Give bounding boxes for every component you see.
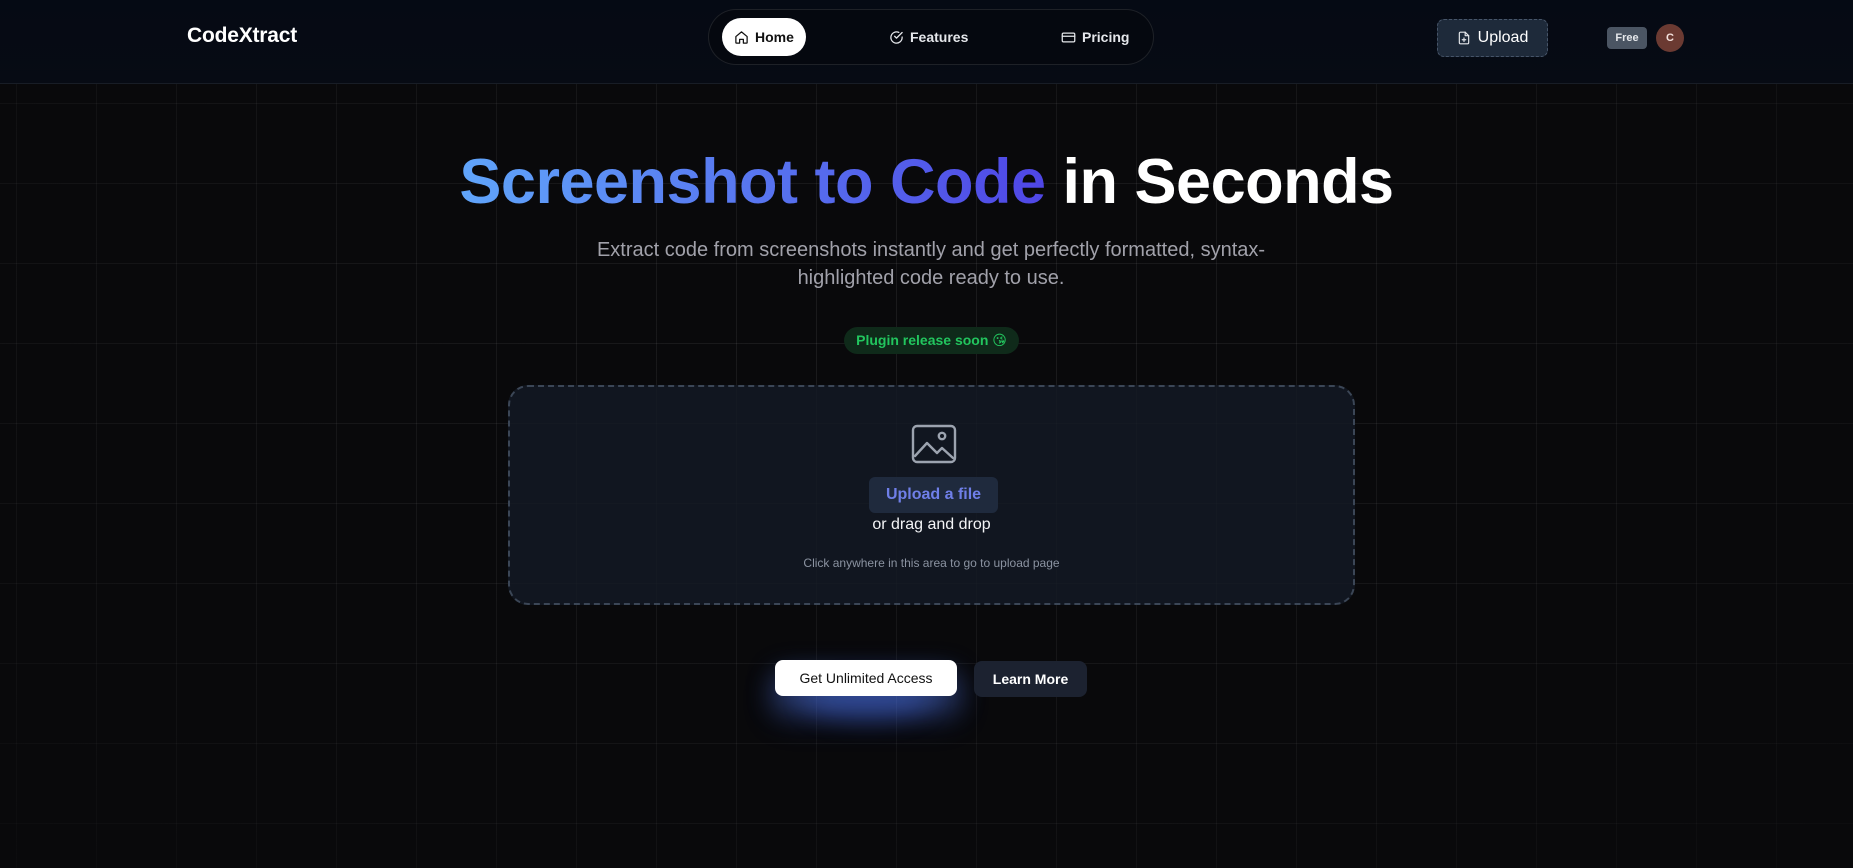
avatar[interactable]: C <box>1656 24 1684 52</box>
dropzone-hint: Click anywhere in this area to go to upl… <box>803 556 1060 570</box>
file-icon <box>1458 31 1469 45</box>
hero-title: Screenshot to Code in Seconds <box>0 146 1853 218</box>
drag-drop-text: or drag and drop <box>872 516 991 533</box>
home-icon <box>735 30 748 44</box>
plan-badge: Free <box>1607 27 1647 49</box>
nav-item-home-label: Home <box>755 29 794 45</box>
upload-button[interactable]: Upload <box>1437 19 1548 57</box>
learn-more-button[interactable]: Learn More <box>974 661 1087 697</box>
nav-item-features[interactable]: Features <box>889 18 968 56</box>
get-unlimited-access-button[interactable]: Get Unlimited Access <box>775 660 957 696</box>
upload-dropzone[interactable]: Upload a file or drag and drop Click any… <box>508 385 1355 605</box>
check-circle-icon <box>890 30 903 44</box>
top-header: CodeXtract Home Features Pricing Upload … <box>0 0 1853 84</box>
hero-subtitle: Extract code from screenshots instantly … <box>596 239 1266 289</box>
credit-card-icon <box>1061 32 1076 42</box>
nav-item-features-label: Features <box>910 29 969 45</box>
hero-title-highlight: Screenshot to Code <box>459 147 1046 217</box>
main-nav: Home Features Pricing <box>708 9 1154 65</box>
nav-item-home[interactable]: Home <box>722 18 806 56</box>
page: CodeXtract Home Features Pricing Upload … <box>0 0 1853 868</box>
image-icon <box>911 424 957 464</box>
nav-item-pricing[interactable]: Pricing <box>1061 18 1129 56</box>
upload-file-button[interactable]: Upload a file <box>869 477 998 513</box>
logo[interactable]: CodeXtract <box>187 24 297 48</box>
hero-title-rest: in Seconds <box>1062 147 1395 217</box>
release-badge: Plugin release soon 😘 <box>844 327 1019 354</box>
nav-item-pricing-label: Pricing <box>1082 29 1130 45</box>
upload-button-label: Upload <box>1477 29 1529 46</box>
